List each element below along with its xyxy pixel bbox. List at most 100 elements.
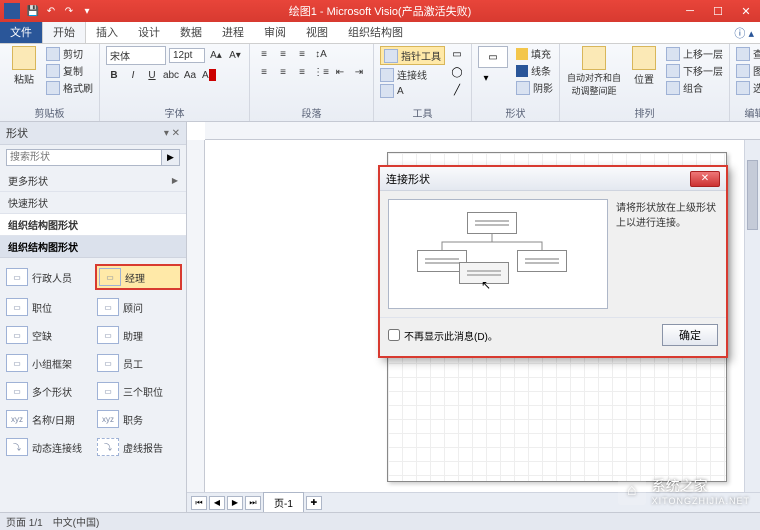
tab-view[interactable]: 视图: [296, 21, 338, 43]
bold-button[interactable]: B: [106, 67, 122, 83]
page-next-icon[interactable]: ▶: [227, 496, 243, 510]
text-case-button[interactable]: Aa: [182, 67, 198, 83]
page-add-icon[interactable]: ✚: [306, 496, 322, 510]
tab-design[interactable]: 设计: [128, 21, 170, 43]
tab-insert[interactable]: 插入: [86, 21, 128, 43]
bullets-icon[interactable]: ⋮≡: [313, 64, 329, 80]
shape-staff[interactable]: ▭员工: [95, 352, 182, 374]
font-color-button[interactable]: A: [201, 67, 217, 83]
tab-file[interactable]: 文件: [0, 21, 42, 43]
connector-tool-button[interactable]: 连接线: [380, 67, 445, 82]
shape-team-frame[interactable]: ▭小组框架: [4, 352, 91, 374]
shapes-pane-close-icon[interactable]: ▾ ✕: [164, 128, 180, 139]
italic-button[interactable]: I: [125, 67, 141, 83]
align-middle-icon[interactable]: ≡: [275, 46, 291, 62]
align-top-icon[interactable]: ≡: [256, 46, 272, 62]
redo-icon[interactable]: ↷: [62, 4, 76, 18]
rectangle-tool-icon[interactable]: ▭: [449, 46, 465, 62]
undo-icon[interactable]: ↶: [44, 4, 58, 18]
shape-multiple[interactable]: ▭多个形状: [4, 380, 91, 402]
paste-button[interactable]: 粘贴: [6, 46, 42, 86]
shapes-pane-title: 形状: [6, 125, 28, 141]
page-prev-icon[interactable]: ◀: [209, 496, 225, 510]
qat-dropdown-icon[interactable]: ▾: [80, 4, 94, 18]
bring-forward-icon: [666, 47, 680, 61]
increase-font-icon[interactable]: A▴: [208, 48, 224, 64]
shape-search-go-icon[interactable]: ▶: [162, 149, 180, 166]
dialog-close-button[interactable]: ✕: [690, 171, 720, 187]
page-last-icon[interactable]: ⏭: [245, 496, 261, 510]
cut-button[interactable]: 剪切: [46, 46, 93, 61]
align-left-icon[interactable]: ≡: [256, 64, 272, 80]
category-quick-shapes[interactable]: 快速形状: [0, 192, 186, 214]
strike-button[interactable]: abc: [163, 67, 179, 83]
pointer-tool-button[interactable]: 指针工具: [380, 46, 445, 65]
shape-dynamic-connector[interactable]: ⤵动态连接线: [4, 436, 91, 458]
ribbon-help-icon[interactable]: ⓘ ▴: [728, 23, 760, 43]
align-right-icon[interactable]: ≡: [294, 64, 310, 80]
close-button[interactable]: ✕: [732, 1, 760, 21]
align-bottom-icon[interactable]: ≡: [294, 46, 310, 62]
text-tool-button[interactable]: A: [380, 84, 445, 98]
tab-data[interactable]: 数据: [170, 21, 212, 43]
fill-button[interactable]: 填充: [516, 46, 553, 61]
status-language[interactable]: 中文(中国): [53, 514, 100, 529]
select-button[interactable]: 选择: [736, 80, 760, 95]
scrollbar-thumb[interactable]: [747, 160, 758, 230]
tab-review[interactable]: 审阅: [254, 21, 296, 43]
indent-inc-icon[interactable]: ⇥: [351, 64, 367, 80]
tab-home[interactable]: 开始: [42, 20, 86, 43]
dont-show-checkbox[interactable]: 不再显示此消息(D)。: [388, 328, 498, 343]
shape-position[interactable]: ▭职位: [4, 296, 91, 318]
tab-process[interactable]: 进程: [212, 21, 254, 43]
shape-three-positions[interactable]: ▭三个职位: [95, 380, 182, 402]
page-first-icon[interactable]: ⏮: [191, 496, 207, 510]
checkbox-input[interactable]: [388, 329, 400, 341]
paste-icon: [12, 46, 36, 70]
shape-vacancy[interactable]: ▭空缺: [4, 324, 91, 346]
bring-forward-button[interactable]: 上移一层: [666, 46, 723, 61]
group-button[interactable]: 组合: [666, 80, 723, 95]
shape-manager[interactable]: ▭经理: [95, 264, 182, 290]
find-button[interactable]: 查找: [736, 46, 760, 61]
quick-styles-icon[interactable]: ▭: [478, 46, 508, 68]
send-backward-button[interactable]: 下移一层: [666, 63, 723, 78]
category-more-shapes[interactable]: 更多形状▶: [0, 170, 186, 192]
font-size-select[interactable]: 12pt: [169, 48, 205, 63]
window-title: 绘图1 - Microsoft Visio(产品激活失败): [289, 3, 472, 19]
shape-dotted-report[interactable]: ⤵虚线报告: [95, 436, 182, 458]
shape-consultant[interactable]: ▭顾问: [95, 296, 182, 318]
quick-styles-more-icon[interactable]: ▾: [478, 70, 494, 86]
indent-dec-icon[interactable]: ⇤: [332, 64, 348, 80]
scrollbar-vertical[interactable]: [744, 140, 760, 512]
page-tab-1[interactable]: 页-1: [263, 492, 304, 513]
layers-button[interactable]: 图层: [736, 63, 760, 78]
line-button[interactable]: 线条: [516, 63, 553, 78]
minimize-button[interactable]: ─: [676, 1, 704, 21]
ellipse-tool-icon[interactable]: ◯: [449, 64, 465, 80]
shape-name-date[interactable]: xyz名称/日期: [4, 408, 91, 430]
position-button[interactable]: 位置: [626, 46, 662, 86]
shape-search-input[interactable]: [6, 149, 162, 166]
ok-button[interactable]: 确定: [662, 324, 718, 346]
align-center-icon[interactable]: ≡: [275, 64, 291, 80]
line-tool-icon[interactable]: ╱: [449, 82, 465, 98]
category-orgchart-shapes[interactable]: 组织结构图形状: [0, 214, 186, 236]
orientation-icon[interactable]: ↕A: [313, 46, 329, 62]
underline-button[interactable]: U: [144, 67, 160, 83]
shape-assistant[interactable]: ▭助理: [95, 324, 182, 346]
tab-orgchart[interactable]: 组织结构图: [338, 21, 413, 43]
dialog-titlebar[interactable]: 连接形状 ✕: [380, 167, 726, 191]
shadow-button[interactable]: 阴影: [516, 80, 553, 95]
decrease-font-icon[interactable]: A▾: [227, 48, 243, 64]
shape-thumb: ▭: [6, 268, 28, 286]
format-painter-button[interactable]: 格式刷: [46, 80, 93, 95]
watermark-logo-icon: ⌂: [618, 477, 646, 505]
copy-button[interactable]: 复制: [46, 63, 93, 78]
save-icon[interactable]: 💾: [26, 4, 40, 18]
maximize-button[interactable]: ☐: [704, 1, 732, 21]
shape-executive[interactable]: ▭行政人员: [4, 264, 91, 290]
autoalign-button[interactable]: 自动对齐和自动调整间距: [566, 46, 622, 97]
shape-title[interactable]: xyz职务: [95, 408, 182, 430]
font-name-select[interactable]: 宋体: [106, 46, 166, 65]
